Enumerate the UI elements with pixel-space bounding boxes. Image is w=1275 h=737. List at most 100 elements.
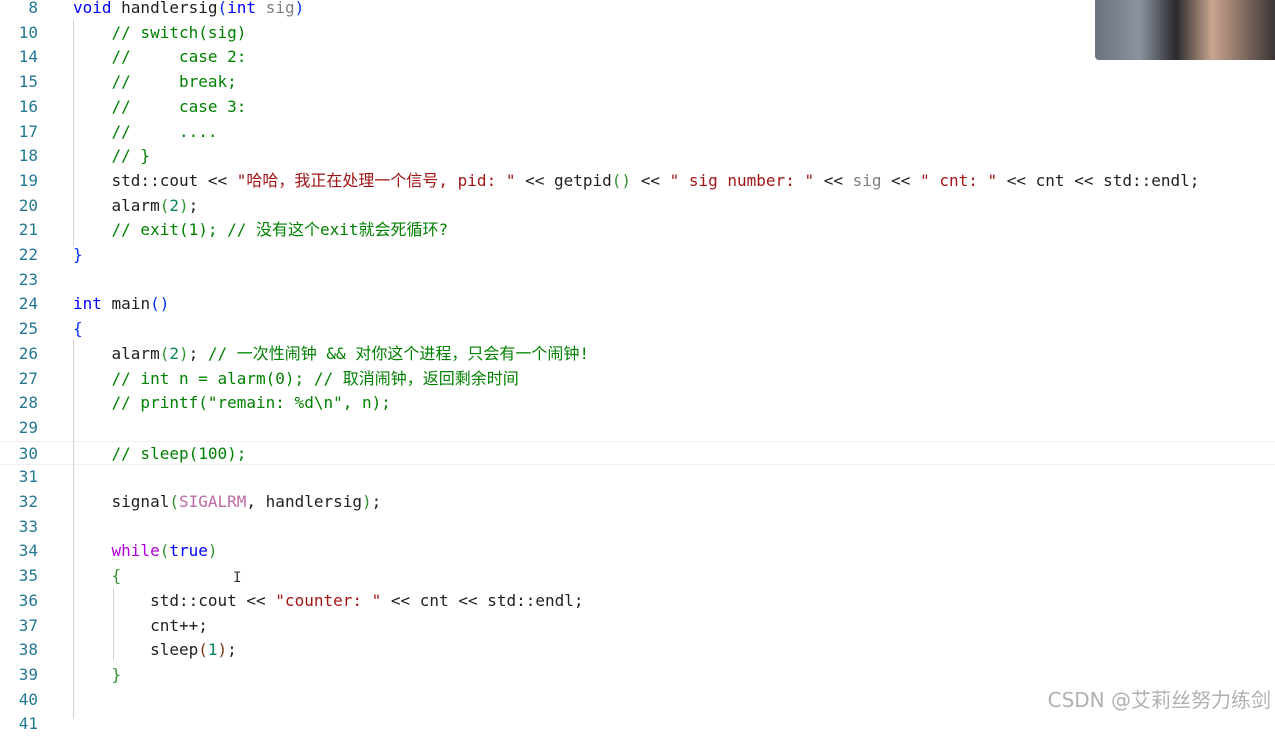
code-token: while: [111, 541, 160, 561]
code-token: // case 2:: [73, 47, 247, 67]
code-text[interactable]: std::cout << "counter: " << cnt << std::…: [73, 589, 584, 614]
line-number: 29: [18, 417, 38, 437]
code-text[interactable]: int main(): [73, 292, 169, 317]
code-text[interactable]: // }: [73, 144, 151, 169]
code-text[interactable]: alarm(2);: [73, 194, 199, 219]
code-line[interactable]: 28 // printf("remain: %d\n", n);: [0, 391, 1275, 416]
code-token: (): [150, 294, 170, 314]
code-line[interactable]: 23: [0, 268, 1275, 293]
line-number: 23: [18, 269, 38, 289]
code-line[interactable]: 26 alarm(2); // 一次性闹钟 && 对你这个进程，只会有一个闹钟!: [0, 342, 1275, 367]
code-text[interactable]: signal(SIGALRM, handlersig);: [73, 490, 382, 515]
code-token: (: [159, 541, 170, 561]
code-text[interactable]: sleep(1);: [73, 638, 237, 663]
line-number: 22: [18, 245, 38, 264]
code-token: (): [611, 170, 632, 190]
line-number: 15: [18, 72, 38, 92]
code-line[interactable]: 35 {: [0, 564, 1275, 589]
watermark-text: CSDN @艾莉丝努力练剑: [1047, 688, 1271, 712]
line-number: 26: [18, 343, 38, 363]
code-line[interactable]: 16 // case 3:: [0, 95, 1275, 120]
code-token: // printf("remain: %d\n", n);: [73, 393, 391, 413]
line-number: 31: [18, 467, 38, 487]
code-text[interactable]: {: [73, 564, 122, 589]
code-token: }: [73, 245, 83, 264]
code-token: ): [362, 492, 372, 511]
code-line[interactable]: 27 // int n = alarm(0); // 取消闹钟，返回剩余时间: [0, 367, 1275, 392]
indent-guide: [73, 340, 74, 719]
code-line[interactable]: 36 std::cout << "counter: " << cnt << st…: [0, 589, 1275, 614]
code-line[interactable]: 17 // ....: [0, 120, 1275, 145]
code-token: ): [217, 640, 228, 660]
code-line[interactable]: 22}: [0, 243, 1275, 268]
code-text[interactable]: // int n = alarm(0); // 取消闹钟，返回剩余时间: [73, 367, 519, 392]
code-line[interactable]: 8 void handlersig(int sig): [0, 0, 1275, 21]
code-token: alarm: [73, 343, 160, 363]
line-number: 38: [18, 640, 38, 660]
code-text[interactable]: cnt++;: [73, 614, 208, 639]
code-token: <<: [881, 170, 921, 190]
code-token: ): [294, 0, 305, 17]
code-text[interactable]: alarm(2); // 一次性闹钟 && 对你这个进程，只会有一个闹钟!: [73, 342, 589, 367]
code-line[interactable]: 29: [0, 416, 1275, 441]
code-text[interactable]: // printf("remain: %d\n", n);: [73, 391, 391, 416]
code-text[interactable]: // exit(1); // 没有这个exit就会死循环?: [73, 218, 449, 243]
code-token: ;: [227, 640, 237, 660]
code-line[interactable]: 21 // exit(1); // 没有这个exit就会死循环?: [0, 218, 1275, 243]
line-number: 17: [18, 121, 38, 141]
code-text[interactable]: }: [73, 663, 122, 688]
code-token: 2: [169, 343, 179, 363]
code-line[interactable]: 10 // switch(sig): [0, 21, 1275, 46]
code-line[interactable]: 33: [0, 515, 1275, 540]
code-text[interactable]: while(true): [73, 539, 218, 564]
line-number: 14: [18, 47, 38, 67]
webcam-overlay: [1095, 0, 1275, 60]
code-line[interactable]: 20 alarm(2);: [0, 194, 1275, 219]
code-token: (: [217, 0, 228, 17]
code-text[interactable]: // sleep(100);: [73, 442, 247, 467]
code-line[interactable]: 37 cnt++;: [0, 614, 1275, 639]
code-text[interactable]: // switch(sig): [73, 21, 247, 46]
line-number: 24: [18, 294, 38, 314]
code-text[interactable]: void handlersig(int sig): [73, 0, 304, 21]
code-line[interactable]: 25 {: [0, 317, 1275, 342]
line-number: 8: [28, 0, 38, 17]
code-text[interactable]: // break;: [73, 70, 237, 95]
indent-guide: [73, 20, 74, 246]
code-text[interactable]: // case 3:: [73, 95, 247, 120]
code-text[interactable]: // case 2:: [73, 45, 247, 70]
line-number: 10: [18, 22, 38, 42]
code-line[interactable]: 30 // sleep(100);: [0, 440, 1275, 467]
code-line[interactable]: 38 sleep(1);: [0, 638, 1275, 663]
line-number: 35: [18, 566, 38, 586]
line-number: 32: [18, 492, 38, 511]
code-line[interactable]: 15 // break;: [0, 70, 1275, 95]
code-text[interactable]: }: [73, 243, 83, 268]
code-line[interactable]: 32 signal(SIGALRM, handlersig);: [0, 490, 1275, 515]
code-text[interactable]: std::cout << "哈哈，我正在处理一个信号, pid: " << ge…: [73, 169, 1200, 194]
code-line[interactable]: 19 std::cout << "哈哈，我正在处理一个信号, pid: " <<…: [0, 169, 1275, 194]
code-line[interactable]: 14 // case 2:: [0, 45, 1275, 70]
line-number: 39: [18, 664, 38, 684]
code-token: <<: [814, 170, 853, 190]
code-text[interactable]: // ....: [73, 120, 218, 145]
code-line[interactable]: 24 int main(): [0, 292, 1275, 317]
line-number: 36: [18, 590, 38, 610]
code-line[interactable]: 18 // }: [0, 144, 1275, 169]
code-text[interactable]: {: [73, 317, 83, 342]
code-token: void: [73, 0, 112, 17]
code-token: sleep: [73, 640, 199, 660]
code-editor[interactable]: 8 void handlersig(int sig) 10 // switch(si…: [0, 0, 1275, 733]
code-token: (: [159, 343, 170, 363]
code-token: (: [169, 492, 179, 511]
code-line[interactable]: 41: [0, 712, 1275, 737]
code-token: "counter: ": [275, 590, 382, 610]
code-token: SIGALRM: [178, 492, 247, 511]
code-token: alarm: [73, 195, 160, 215]
code-line[interactable]: 34 while(true): [0, 539, 1275, 564]
code-token: handlersig: [111, 0, 218, 17]
code-token: {: [73, 319, 83, 339]
code-line[interactable]: 31: [0, 465, 1275, 490]
